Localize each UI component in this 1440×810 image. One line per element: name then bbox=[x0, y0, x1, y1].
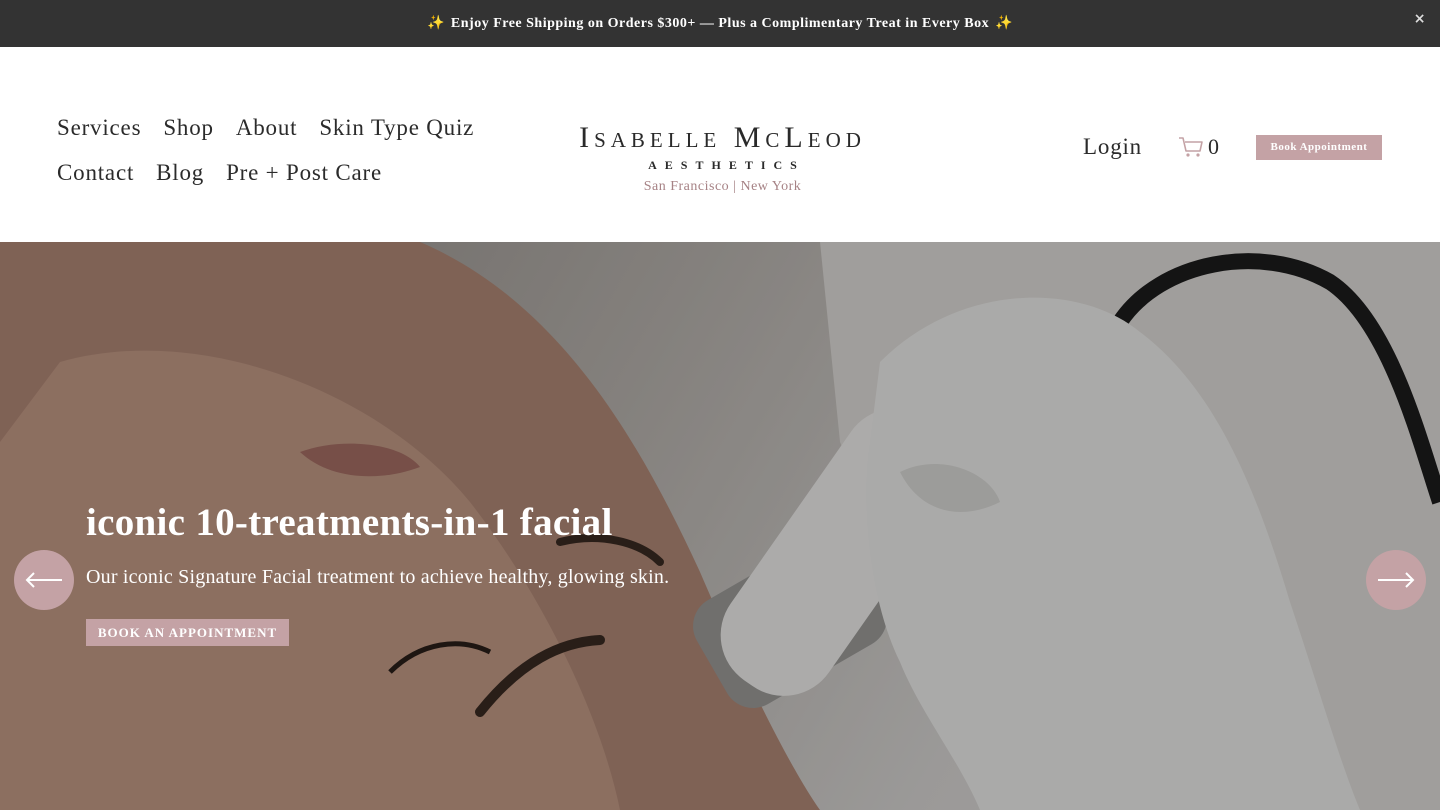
announcement-bar: ✨ Enjoy Free Shipping on Orders $300+ — … bbox=[0, 0, 1440, 47]
close-icon[interactable]: × bbox=[1414, 11, 1426, 27]
book-an-appointment-button[interactable]: BOOK AN APPOINTMENT bbox=[86, 619, 289, 646]
arrow-right-icon bbox=[1378, 572, 1415, 588]
nav-link-blog[interactable]: Blog bbox=[156, 160, 204, 186]
cart-button[interactable]: 0 bbox=[1178, 134, 1219, 160]
nav-link-services[interactable]: Services bbox=[57, 115, 141, 141]
login-link[interactable]: Login bbox=[1083, 134, 1142, 160]
nav-row: Contact Blog Pre + Post Care bbox=[57, 150, 527, 195]
arrow-left-icon bbox=[25, 572, 62, 588]
slider-next-button[interactable] bbox=[1366, 550, 1426, 610]
logo-subtitle: AESTHETICS bbox=[648, 158, 805, 172]
cart-count: 0 bbox=[1208, 134, 1219, 159]
hero-title: iconic 10-treatments-in-1 facial bbox=[86, 501, 613, 544]
hero-subtitle: Our iconic Signature Facial treatment to… bbox=[86, 566, 670, 588]
nav-link-pre-post-care[interactable]: Pre + Post Care bbox=[226, 160, 382, 186]
sparkle-icon: ✨ bbox=[995, 16, 1014, 31]
book-appointment-button[interactable]: Book Appointment bbox=[1256, 134, 1382, 160]
logo-name: Isabelle McLeod bbox=[579, 121, 866, 154]
nav-link-skin-type-quiz[interactable]: Skin Type Quiz bbox=[319, 115, 474, 141]
announcement-text: Enjoy Free Shipping on Orders $300+ — Pl… bbox=[450, 15, 990, 31]
cart-icon bbox=[1179, 137, 1203, 157]
site-logo[interactable]: Isabelle McLeod AESTHETICS San Francisco… bbox=[560, 121, 885, 195]
nav-link-about[interactable]: About bbox=[236, 115, 298, 141]
nav-row: Services Shop About Skin Type Quiz bbox=[57, 105, 527, 150]
sparkle-icon: ✨ bbox=[426, 16, 445, 31]
hero-slider: iconic 10-treatments-in-1 facial Our ico… bbox=[0, 242, 1440, 810]
main-nav: Services Shop About Skin Type Quiz Conta… bbox=[57, 105, 527, 195]
nav-link-shop[interactable]: Shop bbox=[163, 115, 214, 141]
header-tools: Login 0 Book Appointment bbox=[1083, 132, 1382, 162]
nav-link-contact[interactable]: Contact bbox=[57, 160, 134, 186]
hero-content: iconic 10-treatments-in-1 facial Our ico… bbox=[86, 498, 786, 646]
logo-locations: San Francisco | New York bbox=[643, 179, 802, 194]
slider-prev-button[interactable] bbox=[14, 550, 74, 610]
site-header: Services Shop About Skin Type Quiz Conta… bbox=[0, 47, 1440, 242]
